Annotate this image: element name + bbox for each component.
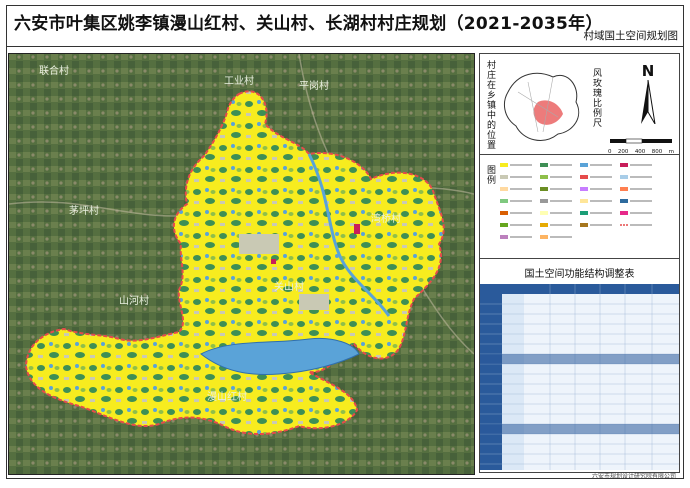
place-label: 关山村 bbox=[274, 280, 304, 293]
place-label: 平岗村 bbox=[299, 79, 329, 92]
place-label: 工业村 bbox=[224, 74, 254, 87]
map-canvas: 工业村 平岗村 关山村 湾桥村 山河村 漫山红村 茅坪村 联合村 bbox=[9, 54, 474, 474]
north-arrow-icon bbox=[641, 79, 656, 125]
footer-credit: 六安市规划设计研究院有限公司 bbox=[591, 473, 676, 480]
facility-plot bbox=[354, 224, 360, 234]
scale-bar: 0 200 400 800 m bbox=[608, 130, 676, 155]
side-panel: 村庄在乡镇中的位置 风玫瑰比例尺 N 0 200 400 800 m 图例 国土… bbox=[479, 53, 680, 473]
township-locator-map bbox=[503, 72, 580, 141]
map-subtitle: 村域国土空间规划图 bbox=[583, 30, 679, 42]
location-panel: 村庄在乡镇中的位置 风玫瑰比例尺 N 0 200 400 800 m bbox=[479, 53, 680, 155]
place-label: 漫山红村 bbox=[207, 390, 247, 403]
legend-label: 图例 bbox=[485, 165, 495, 185]
legend-panel: 图例 bbox=[479, 155, 680, 259]
table-grid bbox=[480, 284, 679, 470]
location-label: 村庄在乡镇中的位置 bbox=[485, 60, 495, 150]
compass: N bbox=[630, 62, 666, 128]
place-label: 山河村 bbox=[119, 294, 149, 307]
legend-swatches bbox=[500, 163, 652, 239]
village-settlement bbox=[239, 234, 279, 254]
north-letter: N bbox=[641, 62, 655, 80]
table-title: 国土空间功能结构调整表 bbox=[524, 269, 635, 280]
facility-plot bbox=[271, 259, 276, 264]
place-label: 联合村 bbox=[39, 64, 69, 77]
land-use-map[interactable]: 工业村 平岗村 关山村 湾桥村 山河村 漫山红村 茅坪村 联合村 bbox=[8, 53, 475, 475]
title-divider bbox=[6, 46, 684, 47]
land-use-adjustment-table: 国土空间功能结构调整表 bbox=[479, 259, 680, 473]
scale-label: 风玫瑰比例尺 bbox=[591, 68, 601, 128]
place-label: 湾桥村 bbox=[371, 212, 401, 225]
map-title: 六安市叶集区姚李镇漫山红村、关山村、长湖村村庄规划（2021-2035年） bbox=[14, 14, 603, 34]
village-settlement bbox=[299, 294, 329, 310]
place-label: 茅坪村 bbox=[69, 204, 99, 217]
